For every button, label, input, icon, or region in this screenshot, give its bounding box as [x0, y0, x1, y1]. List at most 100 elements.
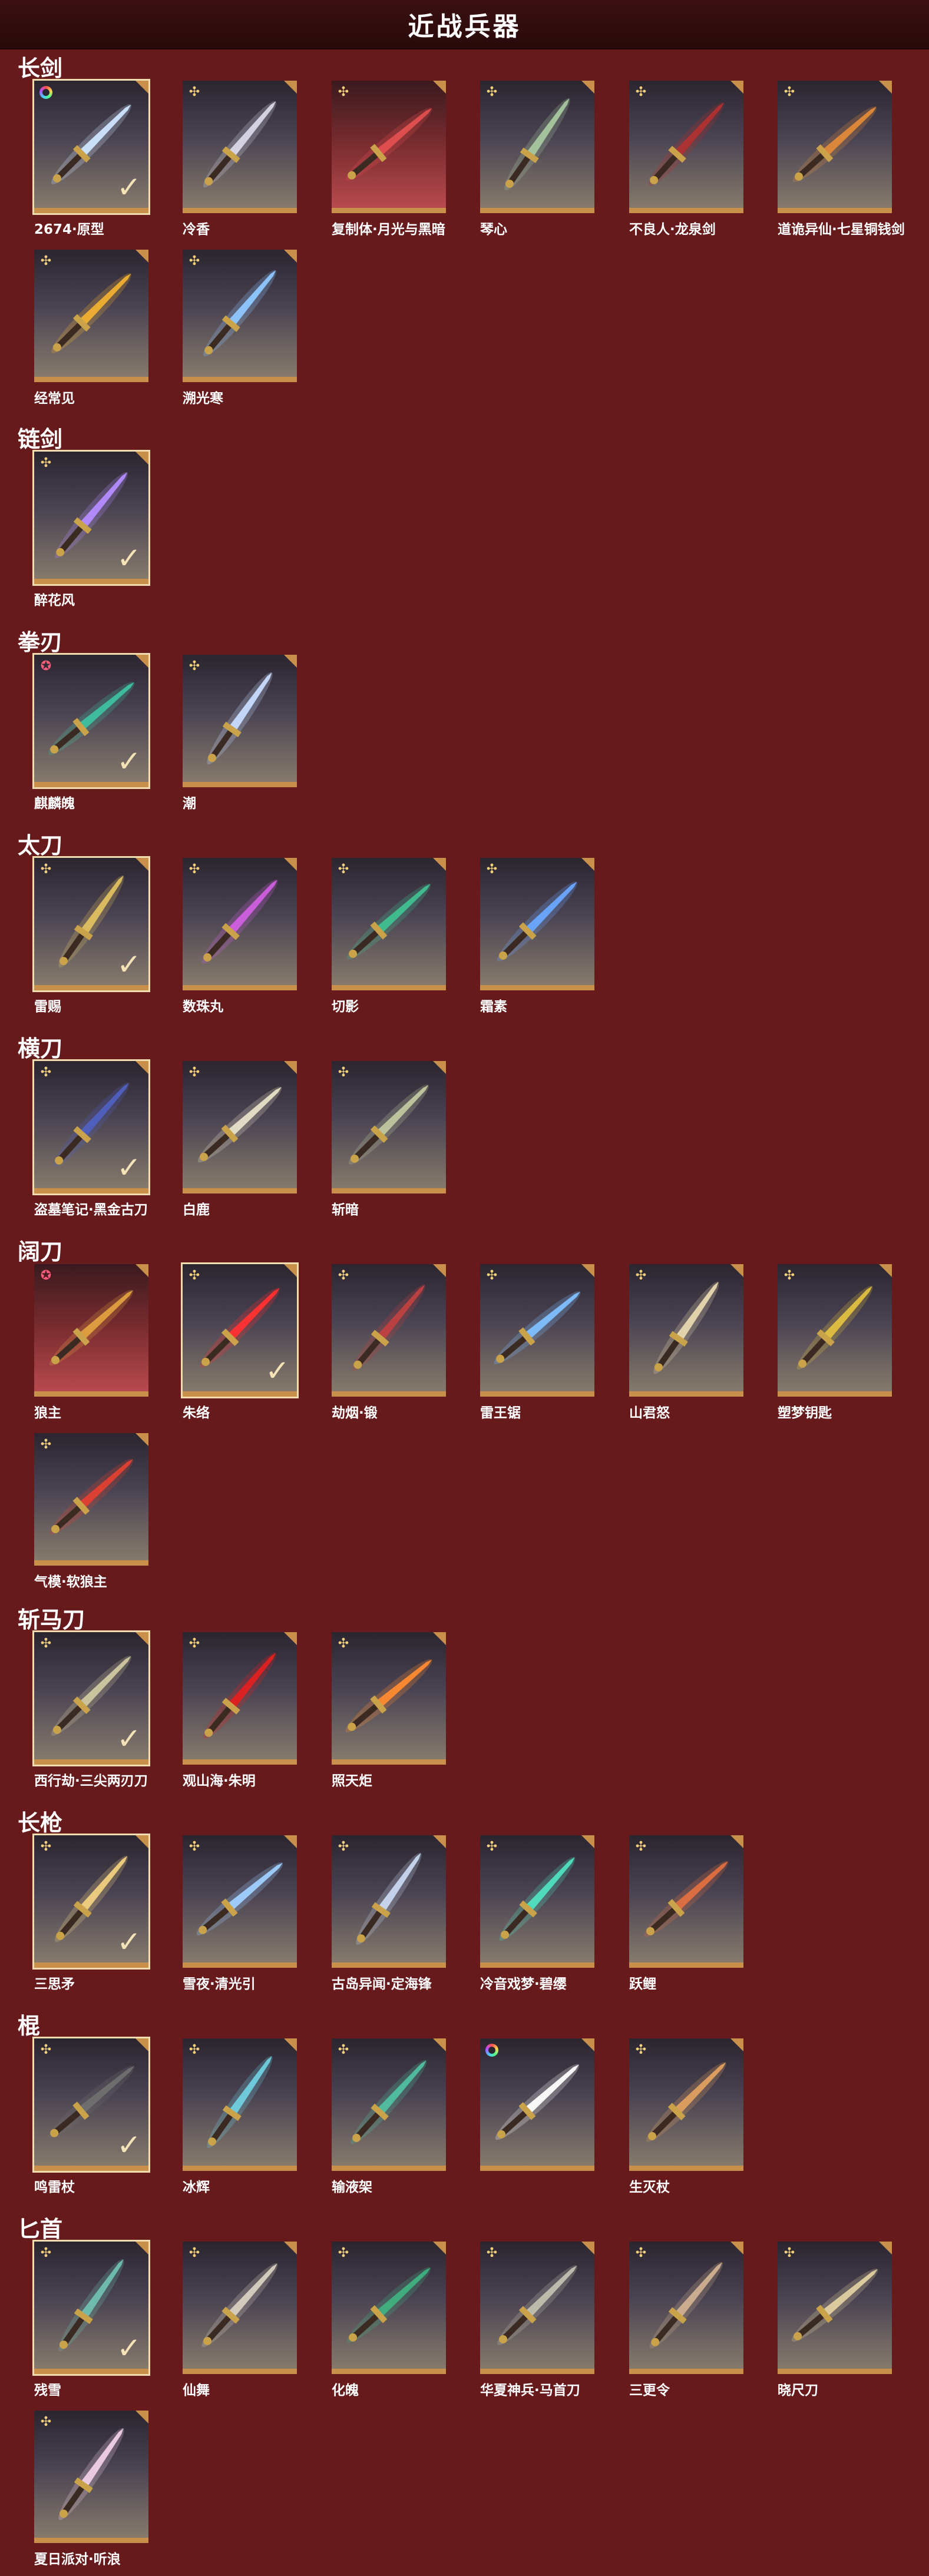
sparkle-icon: ✣ — [40, 2246, 52, 2260]
weapon-item[interactable]: ✣ 古岛异闻·定海锋 — [332, 1835, 449, 1992]
corner-tab-icon — [581, 1835, 594, 1848]
weapon-item[interactable]: ✣ 琴心 — [480, 81, 598, 238]
weapon-card[interactable]: ✣ — [480, 1264, 594, 1397]
weapon-card[interactable]: ✣ ✓ — [32, 450, 150, 586]
weapon-item[interactable]: ✣ ✓ 雷赐 — [32, 856, 152, 1015]
weapon-item[interactable]: ✪ ✓ 麒麟魄 — [32, 653, 152, 812]
weapon-card[interactable]: ✣ — [34, 2411, 148, 2543]
weapon-card[interactable]: ✣ ✓ — [32, 2240, 150, 2376]
weapon-card[interactable]: ✪ — [34, 1264, 148, 1397]
weapon-card[interactable]: ✣ ✓ — [32, 856, 150, 992]
weapon-card[interactable]: ✣ — [480, 81, 594, 213]
weapon-item[interactable]: ✣ 雪夜·清光引 — [183, 1835, 300, 1992]
weapon-item[interactable]: ✣ ✓ 三思矛 — [32, 1834, 152, 1992]
weapon-card[interactable]: ✣ — [480, 1835, 594, 1968]
weapon-item[interactable]: ✣ 霜素 — [480, 858, 598, 1015]
weapon-item[interactable]: ✣ 劫烟·锻 — [332, 1264, 449, 1421]
weapon-card[interactable]: ✣ — [183, 1835, 297, 1968]
weapon-card[interactable]: ✣ — [629, 2038, 743, 2171]
weapon-image — [201, 879, 278, 964]
corner-tab-icon — [433, 2242, 446, 2255]
weapon-item[interactable]: ✣ ✓ 残雪 — [32, 2240, 152, 2399]
weapon-item[interactable]: ✣ 山君怒 — [629, 1264, 747, 1421]
weapon-card[interactable] — [480, 2038, 594, 2171]
category-heading: 拳刃 — [18, 629, 63, 655]
weapon-item[interactable]: ✣ 斩暗 — [332, 1061, 449, 1218]
weapon-item[interactable]: ✣ ✓ 鸣雷杖 — [32, 2037, 152, 2196]
corner-tab-icon — [433, 1835, 446, 1848]
weapon-card[interactable]: ✣ — [332, 1835, 446, 1968]
weapon-card[interactable]: ✣ — [332, 81, 446, 213]
weapon-item[interactable]: ✣ 塑梦钥匙 — [778, 1264, 895, 1421]
weapon-card[interactable]: ✣ — [183, 655, 297, 787]
weapon-card[interactable]: ✣ — [332, 1632, 446, 1765]
weapon-card[interactable]: ✣ — [34, 1433, 148, 1566]
weapon-item[interactable]: ✣ ✓ 盗墓笔记·黑金古刀 — [32, 1059, 152, 1218]
weapon-card[interactable]: ✣ ✓ — [32, 1834, 150, 1970]
weapon-card[interactable]: ✣ — [778, 1264, 892, 1397]
weapon-item[interactable]: ✣ ✓ 朱络 — [181, 1262, 300, 1421]
weapon-item[interactable]: ✣ 白鹿 — [183, 1061, 300, 1218]
weapon-card[interactable]: ✣ ✓ — [181, 1262, 299, 1398]
weapon-card[interactable]: ✣ — [629, 1264, 743, 1397]
weapon-item[interactable]: ✣ 数珠丸 — [183, 858, 300, 1015]
weapon-item[interactable]: ✣ 夏日派对·听浪 — [34, 2411, 152, 2568]
weapon-card[interactable]: ✣ — [480, 2242, 594, 2374]
weapon-card[interactable]: ✣ — [629, 2242, 743, 2374]
weapon-item[interactable]: ✣ 切影 — [332, 858, 449, 1015]
weapon-card[interactable]: ✣ — [629, 1835, 743, 1968]
weapon-name: 冷音戏梦·碧缨 — [480, 1977, 567, 1992]
weapon-item[interactable]: ✣ 经常见 — [34, 250, 152, 407]
weapon-item[interactable]: ✣ 三更令 — [629, 2242, 747, 2399]
weapon-card[interactable]: ✣ — [778, 81, 892, 213]
weapon-item[interactable]: ✣ 冷音戏梦·碧缨 — [480, 1835, 598, 1992]
weapon-item[interactable]: ✣ 观山海·朱明 — [183, 1632, 300, 1789]
weapon-item[interactable]: ✣ 冷香 — [183, 81, 300, 238]
weapon-card[interactable]: ✣ — [183, 2242, 297, 2374]
weapon-item[interactable]: ✣ 仙舞 — [183, 2242, 300, 2399]
weapon-card[interactable]: ✣ ✓ — [32, 1630, 150, 1766]
weapon-card[interactable]: ✣ — [332, 2038, 446, 2171]
weapon-item[interactable]: ✣ 冰辉 — [183, 2038, 300, 2196]
weapon-item[interactable]: ✣ 化魄 — [332, 2242, 449, 2399]
weapon-item[interactable]: ✣ 不良人·龙泉剑 — [629, 81, 747, 238]
weapon-item[interactable]: ✓ 2674·原型 — [32, 79, 152, 238]
weapon-card[interactable]: ✣ ✓ — [32, 2037, 150, 2173]
weapon-card[interactable]: ✣ — [332, 2242, 446, 2374]
weapon-card[interactable]: ✣ — [183, 81, 297, 213]
weapon-card[interactable]: ✣ — [332, 858, 446, 990]
weapon-item[interactable]: ✪ 狼主 — [34, 1264, 152, 1421]
weapon-item[interactable]: ✣ ✓ 西行劫·三尖两刃刀 — [32, 1630, 152, 1789]
weapon-item[interactable]: ✣ 输液架 — [332, 2038, 449, 2196]
weapon-item[interactable]: ✣ 溯光寒 — [183, 250, 300, 407]
weapon-item[interactable]: ✣ ✓ 醉花风 — [32, 450, 152, 609]
weapon-image — [58, 2428, 124, 2521]
weapon-card[interactable]: ✣ — [183, 1061, 297, 1193]
weapon-card[interactable]: ✪ ✓ — [32, 653, 150, 789]
weapon-item[interactable]: ✣ 跃鲤 — [629, 1835, 747, 1992]
weapon-item[interactable]: ✣ 潮 — [183, 655, 300, 812]
weapon-card[interactable]: ✣ — [34, 250, 148, 382]
weapon-card[interactable]: ✣ — [183, 2038, 297, 2171]
corner-tab-icon — [135, 81, 148, 94]
weapon-card[interactable]: ✣ — [480, 858, 594, 990]
weapon-item[interactable]: ✣ 照天炬 — [332, 1632, 449, 1789]
corner-tab-icon — [135, 858, 148, 871]
weapon-card[interactable]: ✣ ✓ — [32, 1059, 150, 1195]
weapon-card[interactable]: ✣ — [332, 1264, 446, 1397]
weapon-card[interactable]: ✣ — [629, 81, 743, 213]
weapon-card[interactable]: ✣ — [183, 858, 297, 990]
weapon-card[interactable]: ✣ — [183, 1632, 297, 1765]
weapon-card[interactable]: ✓ — [32, 79, 150, 215]
weapon-card[interactable]: ✣ — [332, 1061, 446, 1193]
weapon-item[interactable]: ✣ 雷王锯 — [480, 1264, 598, 1421]
weapon-card[interactable]: ✣ — [778, 2242, 892, 2374]
weapon-item[interactable]: ✣ 气模·软狼主 — [34, 1433, 152, 1590]
weapon-item[interactable]: ✣ 晓尺刀 — [778, 2242, 895, 2399]
weapon-item[interactable]: ✣ 复制体·月光与黑暗 — [332, 81, 449, 238]
weapon-item[interactable] — [480, 2038, 598, 2176]
weapon-card[interactable]: ✣ — [183, 250, 297, 382]
weapon-item[interactable]: ✣ 华夏神兵·马首刀 — [480, 2242, 598, 2399]
weapon-item[interactable]: ✣ 道诡异仙·七星铜钱剑 — [778, 81, 905, 238]
weapon-item[interactable]: ✣ 生灭杖 — [629, 2038, 747, 2196]
